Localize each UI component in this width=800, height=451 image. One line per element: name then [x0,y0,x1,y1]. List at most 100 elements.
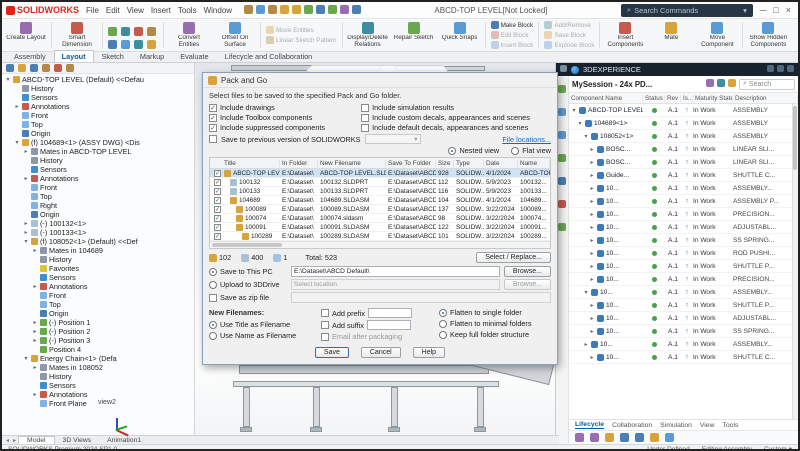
tab-scroll-left-icon[interactable]: ◂ [4,437,11,444]
version-select[interactable]: ▾ [365,134,421,144]
tree-item[interactable]: Sensors [2,93,194,102]
expand-arrow-icon[interactable]: ▸ [589,198,595,205]
email-after-packaging-checkbox[interactable] [321,333,329,341]
file-row[interactable]: ✓ABCD-TOP LEVELE:\Dataset\ABCD-TOP LEVEL… [210,169,550,178]
redo-icon[interactable] [316,5,325,16]
expand-arrow-icon[interactable]: ▸ [32,283,38,290]
new-file-icon[interactable] [256,5,265,16]
tree-item[interactable]: Top [2,300,194,309]
tree-item[interactable]: Sensors [2,165,194,174]
notifications-icon[interactable] [777,65,784,74]
save-as-zip-checkbox[interactable] [209,294,217,302]
file-row[interactable]: ✓100091E:\Dataset\100091.SLDASME:\Datase… [210,223,550,232]
expand-arrow-icon[interactable]: ▸ [23,175,29,182]
expand-arrow-icon[interactable]: ▸ [32,247,38,254]
collapse-arrow-icon[interactable]: ▾ [5,76,11,83]
upload-3ddrive-radio[interactable] [209,281,217,289]
insert-component-icon[interactable] [558,126,566,144]
tree-item[interactable]: ▸Mates in 108052 [2,363,194,372]
component-row[interactable]: ▸Guide...A.1↑In WorkSHUTTLE C... [569,169,798,182]
tab-lifecycle-and-collaboration[interactable]: Lifecycle and Collaboration [217,50,321,62]
options-icon[interactable] [352,5,361,16]
scrollbar-thumb[interactable] [793,106,797,170]
tab-assembly[interactable]: Assembly [6,50,54,62]
expand-arrow-icon[interactable]: ▸ [589,159,595,166]
use-title-as-filename-radio[interactable]: Use Title as Filename [209,320,313,329]
tab-model[interactable]: Model [18,436,55,444]
tree-item[interactable]: History [2,156,194,165]
isolate-icon[interactable] [590,429,599,445]
tree-item[interactable]: Right [2,201,194,210]
tab-evaluate[interactable]: Evaluate [172,50,216,62]
add-suffix-checkbox[interactable] [321,321,329,329]
vertical-scrollbar[interactable] [792,104,798,419]
include-custom-decals-appearances-and-scenes-checkbox[interactable]: Include custom decals, appearances and s… [361,113,551,122]
home-icon[interactable] [244,5,253,16]
expand-arrow-icon[interactable]: ▸ [23,148,29,155]
include-default-decals-appearances-and-scenes-checkbox[interactable]: Include default decals, appearances and … [361,123,551,132]
print-icon[interactable] [292,5,301,16]
bookmark-icon[interactable] [558,172,566,190]
camera-icon[interactable] [650,429,659,445]
component-row[interactable]: ▸10...A.1↑In WorkASSEMBLY... [569,182,798,195]
expand-arrow-icon[interactable]: ▸ [589,185,595,192]
file-row[interactable]: ✓100289E:\Dataset\100289.SLDASME:\Datase… [210,232,550,241]
file-row[interactable]: ✓100132E:\Dataset\100132.SLDPRTE:\Datase… [210,178,550,187]
replace-icon[interactable] [558,149,566,167]
expand-arrow-icon[interactable]: ▸ [23,229,29,236]
open-file-icon[interactable] [268,5,277,16]
dialog-title-bar[interactable]: Pack and Go [203,73,557,88]
save-button[interactable]: Save [315,347,349,358]
row-checkbox[interactable]: ✓ [214,224,221,231]
collapse-arrow-icon[interactable]: ▾ [583,133,589,140]
panel-tab-view[interactable]: View [700,422,715,429]
tab-markup[interactable]: Markup [132,50,172,62]
tree-item[interactable]: Favorites [2,264,194,273]
collapse-arrow-icon[interactable]: ▾ [577,120,583,127]
tree-item[interactable]: ▾Energy Chain<1> (Defa [2,354,194,363]
prefix-input[interactable] [368,308,412,318]
tree-item[interactable]: Origin [2,309,194,318]
maximize-button[interactable]: □ [773,5,778,15]
show-hidden-components-button[interactable]: Show Hidden Components [746,20,790,50]
refresh-icon[interactable] [706,79,714,89]
expand-arrow-icon[interactable]: ▸ [32,391,38,398]
tree-item[interactable]: Front [2,291,194,300]
tab-scroll-right-icon[interactable]: ▸ [11,437,18,444]
menu-tools[interactable]: Tools [175,6,200,15]
panel-tab-simulation[interactable]: Simulation [660,422,692,429]
expand-arrow-icon[interactable]: ▸ [589,172,595,179]
row-checkbox[interactable]: ✓ [214,188,221,195]
expand-arrow-icon[interactable]: ▸ [32,364,38,371]
collapse-arrow-icon[interactable]: ▾ [23,238,29,245]
minimize-button[interactable]: ─ [760,5,766,15]
file-row[interactable]: ✓100074E:\Dataset\100074.sldasmE:\Datase… [210,214,550,223]
menu-window[interactable]: Window [201,6,235,15]
row-checkbox[interactable]: ✓ [214,197,221,204]
tree-item[interactable]: History [2,84,194,93]
save-icon[interactable] [280,5,289,16]
home-view-icon[interactable] [575,429,584,445]
component-row[interactable]: ▸10...A.1↑In WorkASSEMBLY... [569,338,798,351]
include-simulation-results-checkbox[interactable]: Include simulation results [361,103,551,112]
rebuild-icon[interactable] [340,5,349,16]
row-checkbox[interactable]: ✓ [214,179,221,186]
account-icon[interactable] [787,65,794,74]
circle-icon[interactable] [121,23,132,34]
tree-item[interactable]: ▸(-) 100132<1> [2,219,194,228]
menu-file[interactable]: File [83,6,102,15]
file-row[interactable]: ✓104689E:\Dataset\104689.SLDASME:\Datase… [210,196,550,205]
display-mode-icon[interactable] [635,429,644,445]
select-replace-button[interactable]: Select / Replace... [476,252,551,263]
save-to-pc-radio[interactable] [209,268,217,276]
tree-item[interactable]: Sensors [2,273,194,282]
fit-view-icon[interactable] [665,429,674,445]
expand-arrow-icon[interactable]: ▸ [14,103,20,110]
repair-sketch-button[interactable]: Repair Sketch [392,20,436,50]
file-row[interactable]: ✓100089E:\Dataset\100089.SLDASME:\Datase… [210,205,550,214]
custom-dropdown[interactable]: Custom ▾ [764,445,792,451]
flatten-to-minimal-folders-radio[interactable]: Flatten to minimal folders [439,319,551,328]
menu-edit[interactable]: Edit [103,6,123,15]
cancel-button[interactable]: Cancel [361,347,401,358]
tree-item[interactable]: Top [2,192,194,201]
